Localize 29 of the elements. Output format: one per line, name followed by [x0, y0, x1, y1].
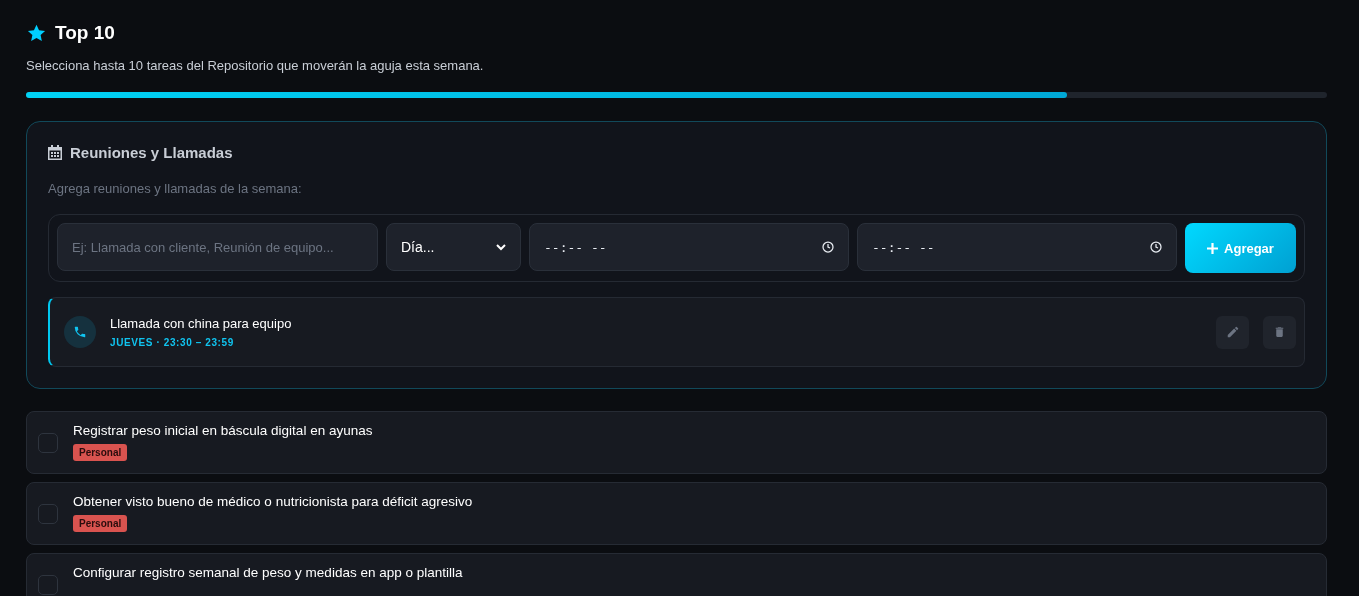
delete-button[interactable]: [1263, 315, 1296, 349]
chevron-down-icon: [496, 243, 506, 251]
clock-icon: [822, 241, 834, 253]
end-time-field[interactable]: --:-- --: [857, 223, 1177, 271]
meeting-time: JUEVES · 23:30 – 23:59: [110, 337, 235, 348]
task-checkbox[interactable]: [38, 503, 58, 524]
start-time-field[interactable]: --:-- --: [529, 223, 849, 271]
page-title: Top 10: [55, 22, 115, 44]
pencil-icon: [1225, 325, 1240, 339]
meeting-name-field[interactable]: Ej: Llamada con cliente, Reunión de equipo...: [57, 223, 378, 271]
calendar-icon: [48, 145, 62, 160]
task-title: Obtener visto bueno de médico o nutricionista para déficit agresivo: [73, 494, 473, 509]
task-checkbox[interactable]: [38, 432, 58, 453]
page-subtitle: Selecciona hasta 10 tareas del Repositorio que moverán la aguja esta semana.: [26, 58, 485, 73]
card-hint: Agrega reuniones y llamadas de la semana:: [48, 181, 303, 196]
edit-button[interactable]: [1216, 315, 1249, 349]
card-title: Reuniones y Llamadas: [70, 144, 233, 161]
task-tag: Personal: [73, 444, 128, 461]
phone-icon: [64, 316, 96, 348]
task-title: Configurar registro semanal de peso y medidas en app o plantilla: [73, 565, 463, 580]
day-select[interactable]: Día...: [386, 223, 521, 271]
clock-icon: [1150, 241, 1162, 253]
trash-icon: [1273, 325, 1286, 339]
task-checkbox[interactable]: [38, 574, 58, 595]
plus-icon: [1207, 242, 1219, 254]
task-title: Registrar peso inicial en báscula digital en ayunas: [73, 423, 373, 438]
star-icon: [26, 22, 47, 44]
task-tag: Personal: [73, 515, 128, 532]
meeting-title: Llamada con china para equipo: [110, 316, 293, 331]
